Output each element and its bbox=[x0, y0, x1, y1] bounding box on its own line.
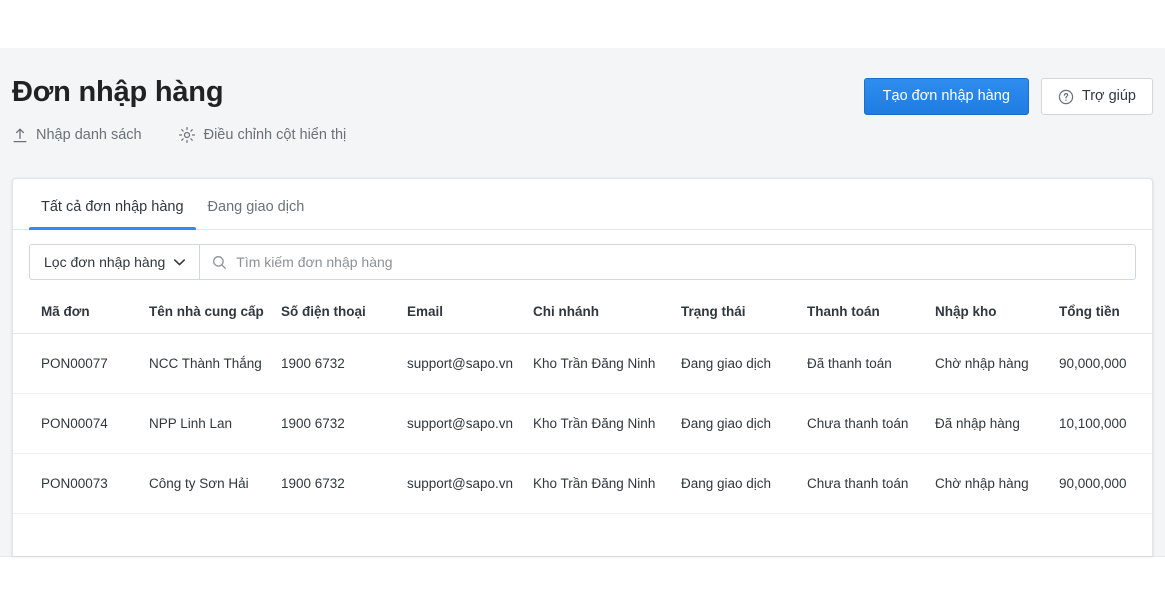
column-header-phone[interactable]: Số điện thoại bbox=[273, 292, 399, 334]
filter-dropdown[interactable]: Lọc đơn nhập hàng bbox=[29, 244, 200, 280]
table-header-row: Mã đơn Tên nhà cung cấp Số điện thoại Em… bbox=[13, 292, 1152, 334]
page-title: Đơn nhập hàng bbox=[12, 76, 224, 108]
help-button[interactable]: Trợ giúp bbox=[1040, 78, 1153, 115]
cell-branch: Kho Trần Đăng Ninh bbox=[525, 393, 673, 454]
cell-receipt: Đã nhập hàng bbox=[927, 393, 1051, 454]
column-header-total[interactable]: Tổng tiền bbox=[1051, 292, 1152, 334]
cell-receipt: Chờ nhập hàng bbox=[927, 333, 1051, 394]
search-icon bbox=[212, 255, 227, 270]
top-white-strip bbox=[0, 0, 1165, 48]
table-row[interactable]: PON00077 NCC Thành Thắng 1900 6732 suppo… bbox=[13, 333, 1152, 394]
cell-order-code[interactable]: PON00077 bbox=[13, 333, 141, 394]
column-header-status[interactable]: Trạng thái bbox=[673, 292, 799, 334]
tab-bar: Tất cả đơn nhập hàng Đang giao dịch bbox=[13, 179, 1152, 230]
create-purchase-order-button[interactable]: Tạo đơn nhập hàng bbox=[863, 78, 1029, 115]
page-header-row: Đơn nhập hàng Tạo đơn nhập hàng Trợ giúp bbox=[12, 74, 1153, 115]
table-row[interactable]: PON00073 Công ty Sơn Hải 1900 6732 suppo… bbox=[13, 453, 1152, 514]
cell-supplier: Công ty Sơn Hải bbox=[141, 453, 273, 514]
header-actions: Tạo đơn nhập hàng Trợ giúp bbox=[863, 78, 1153, 115]
cell-status: Đang giao dịch bbox=[673, 333, 799, 394]
cell-supplier: NCC Thành Thắng bbox=[141, 333, 273, 394]
cell-supplier: NPP Linh Lan bbox=[141, 393, 273, 454]
cell-payment: Chưa thanh toán bbox=[799, 453, 927, 514]
table-row[interactable]: PON00074 NPP Linh Lan 1900 6732 support@… bbox=[13, 393, 1152, 454]
cell-receipt: Chờ nhập hàng bbox=[927, 453, 1051, 514]
filter-bar: Lọc đơn nhập hàng bbox=[13, 230, 1152, 292]
cell-email: support@sapo.vn bbox=[399, 393, 525, 454]
column-header-email[interactable]: Email bbox=[399, 292, 525, 334]
page-header: Đơn nhập hàng Tạo đơn nhập hàng Trợ giúp bbox=[0, 48, 1165, 170]
cell-status: Đang giao dịch bbox=[673, 393, 799, 454]
chevron-down-icon bbox=[174, 258, 186, 266]
cell-order-code[interactable]: PON00074 bbox=[13, 393, 141, 454]
column-header-receipt[interactable]: Nhập kho bbox=[927, 292, 1051, 334]
search-box[interactable] bbox=[199, 244, 1136, 280]
help-button-label: Trợ giúp bbox=[1081, 88, 1136, 104]
question-circle-icon bbox=[1058, 89, 1074, 105]
column-header-supplier[interactable]: Tên nhà cung cấp bbox=[141, 292, 273, 334]
adjust-columns-label: Điều chỉnh cột hiển thị bbox=[203, 127, 347, 143]
cell-payment: Chưa thanh toán bbox=[799, 393, 927, 454]
cell-branch: Kho Trần Đăng Ninh bbox=[525, 333, 673, 394]
search-input[interactable] bbox=[236, 254, 1123, 270]
upload-icon bbox=[12, 127, 28, 144]
gear-icon bbox=[178, 126, 196, 144]
cell-total: 90,000,000 bbox=[1051, 453, 1152, 514]
app-root: Đơn nhập hàng Tạo đơn nhập hàng Trợ giúp bbox=[0, 0, 1165, 609]
tab-all-purchase-orders[interactable]: Tất cả đơn nhập hàng bbox=[29, 199, 196, 230]
import-list-label: Nhập danh sách bbox=[36, 127, 142, 143]
bottom-white-strip bbox=[0, 556, 1165, 609]
cell-total: 90,000,000 bbox=[1051, 333, 1152, 394]
column-header-branch[interactable]: Chi nhánh bbox=[525, 292, 673, 334]
cell-total: 10,100,000 bbox=[1051, 393, 1152, 454]
import-list-action[interactable]: Nhập danh sách bbox=[12, 127, 142, 144]
cell-phone: 1900 6732 bbox=[273, 453, 399, 514]
cell-email: support@sapo.vn bbox=[399, 333, 525, 394]
cell-phone: 1900 6732 bbox=[273, 333, 399, 394]
adjust-columns-action[interactable]: Điều chỉnh cột hiển thị bbox=[178, 126, 347, 144]
cell-email: support@sapo.vn bbox=[399, 453, 525, 514]
cell-order-code[interactable]: PON00073 bbox=[13, 453, 141, 514]
cell-phone: 1900 6732 bbox=[273, 393, 399, 454]
filter-dropdown-label: Lọc đơn nhập hàng bbox=[44, 254, 166, 270]
orders-table: Mã đơn Tên nhà cung cấp Số điện thoại Em… bbox=[13, 292, 1152, 514]
cell-status: Đang giao dịch bbox=[673, 453, 799, 514]
column-header-payment[interactable]: Thanh toán bbox=[799, 292, 927, 334]
cell-payment: Đã thanh toán bbox=[799, 333, 927, 394]
orders-card: Tất cả đơn nhập hàng Đang giao dịch Lọc … bbox=[12, 178, 1153, 556]
cell-branch: Kho Trần Đăng Ninh bbox=[525, 453, 673, 514]
tab-in-transaction[interactable]: Đang giao dịch bbox=[196, 199, 317, 229]
header-subactions: Nhập danh sách Điều chỉnh cột hiển thị bbox=[12, 126, 1153, 144]
orders-table-container: Mã đơn Tên nhà cung cấp Số điện thoại Em… bbox=[13, 292, 1152, 514]
column-header-code[interactable]: Mã đơn bbox=[13, 292, 141, 334]
